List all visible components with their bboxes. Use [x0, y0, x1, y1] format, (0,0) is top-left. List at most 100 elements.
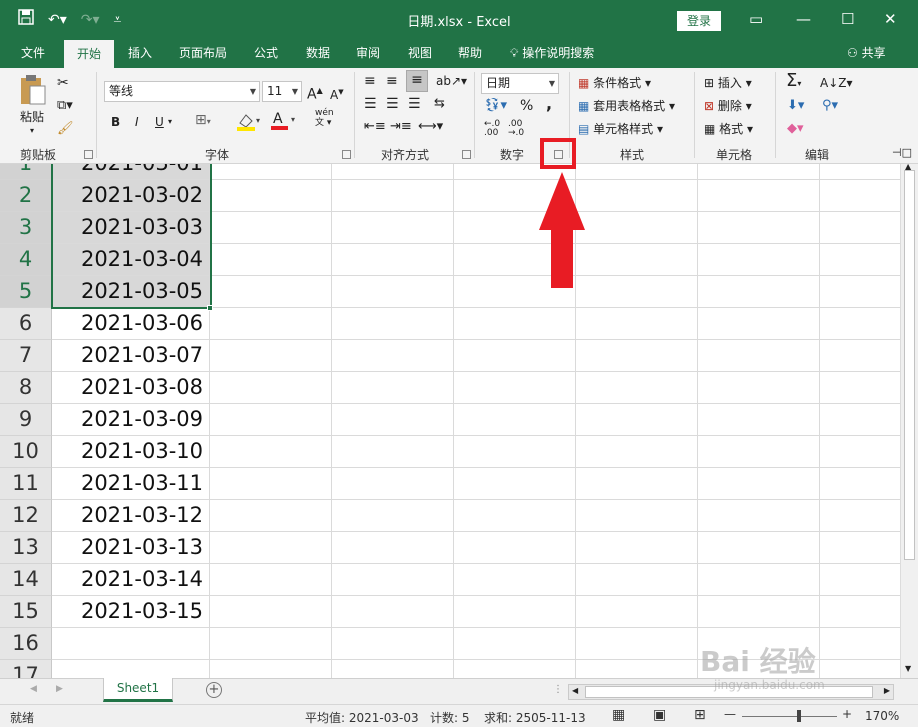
table-cell[interactable]: 2021-03-11 — [52, 468, 210, 500]
table-cell[interactable]: 2021-03-12 — [52, 500, 210, 532]
fill-icon[interactable]: ⬇▾ — [787, 97, 804, 115]
normal-view-icon[interactable]: ▦ — [612, 707, 625, 723]
format-painter-icon[interactable]: 🖌︎ — [57, 120, 74, 138]
row-header[interactable]: 17 — [0, 660, 52, 678]
comma-button[interactable]: , — [546, 95, 552, 113]
conditional-formatting-button[interactable]: ▦ 条件格式 ▾ — [578, 74, 651, 92]
prev-sheet-icon[interactable]: ◀ — [30, 684, 37, 694]
table-cell[interactable]: 2021-03-13 — [52, 532, 210, 564]
underline-button[interactable]: U — [155, 113, 164, 131]
paste-dropdown-icon[interactable]: ▾ — [30, 122, 34, 140]
vertical-scroll-thumb[interactable] — [904, 170, 915, 560]
row-header[interactable]: 7 — [0, 340, 52, 372]
tab-data[interactable]: 数据 — [296, 38, 340, 68]
collapse-ribbon-icon[interactable]: ⊣□ — [892, 144, 912, 162]
cell-styles-button[interactable]: ▤ 单元格样式 ▾ — [578, 120, 663, 138]
borders-icon[interactable]: ⊞▾ — [195, 111, 211, 131]
tab-review[interactable]: 审阅 — [346, 38, 390, 68]
tell-me-search[interactable]: 💡︎ 操作说明搜索 — [510, 38, 594, 68]
font-name-combo[interactable]: 等线 ▼ — [104, 81, 260, 102]
table-cell[interactable] — [52, 660, 210, 678]
underline-dropdown-icon[interactable]: ▾ — [168, 113, 172, 131]
row-header[interactable]: 6 — [0, 308, 52, 340]
row-header[interactable]: 2 — [0, 180, 52, 212]
fill-handle[interactable] — [207, 305, 213, 311]
tab-view[interactable]: 视图 — [398, 38, 442, 68]
next-sheet-icon[interactable]: ▶ — [56, 684, 63, 694]
tab-help[interactable]: 帮助 — [448, 38, 492, 68]
delete-cells-button[interactable]: ⊠ 删除 ▾ — [704, 97, 752, 115]
increase-decimal-icon[interactable]: ←.0.00 — [484, 120, 500, 138]
row-header[interactable]: 14 — [0, 564, 52, 596]
table-cell[interactable]: 2021-03-08 — [52, 372, 210, 404]
row-header[interactable]: 4 — [0, 244, 52, 276]
share-button[interactable]: ⚇ 共享 — [847, 38, 886, 68]
add-sheet-button[interactable]: + — [206, 682, 222, 698]
font-color-icon[interactable]: A ▾ — [270, 109, 298, 136]
tab-formulas[interactable]: 公式 — [244, 38, 288, 68]
decrease-indent-icon[interactable]: ⇤≡ — [364, 118, 386, 136]
scroll-left-icon[interactable]: ◀ — [572, 686, 578, 695]
table-cell[interactable]: 2021-03-15 — [52, 596, 210, 628]
zoom-out-icon[interactable]: — — [724, 707, 736, 721]
copy-icon[interactable]: ⧉▾ — [57, 97, 73, 115]
align-left-icon[interactable]: ☰ — [364, 95, 377, 113]
font-size-combo[interactable]: 11 ▼ — [262, 81, 302, 102]
align-top-icon[interactable]: ≡ — [364, 72, 376, 90]
zoom-slider-thumb[interactable] — [797, 710, 801, 722]
sheet-tab-sheet1[interactable]: Sheet1 — [103, 678, 173, 702]
number-format-combo[interactable]: 日期 ▼ — [481, 73, 559, 94]
sort-filter-icon[interactable]: A↓Z▾ — [820, 74, 853, 92]
zoom-level[interactable]: 170% — [865, 709, 899, 723]
login-button[interactable]: 登录 — [677, 11, 721, 31]
percent-button[interactable]: % — [520, 97, 533, 115]
tab-page-layout[interactable]: 页面布局 — [170, 38, 236, 68]
table-cell[interactable]: 2021-03-14 — [52, 564, 210, 596]
page-layout-view-icon[interactable]: ▣ — [653, 707, 666, 723]
tab-home[interactable]: 开始 — [64, 40, 114, 70]
font-launcher-icon[interactable] — [342, 150, 351, 159]
alignment-launcher-icon[interactable] — [462, 150, 471, 159]
row-header[interactable]: 15 — [0, 596, 52, 628]
scroll-down-icon[interactable]: ▼ — [905, 664, 911, 673]
row-header[interactable]: 3 — [0, 212, 52, 244]
ribbon-display-icon[interactable]: ▭ — [749, 9, 763, 29]
table-cell[interactable]: 2021-03-10 — [52, 436, 210, 468]
minimize-icon[interactable]: — — [796, 9, 811, 29]
table-cell[interactable]: 2021-03-09 — [52, 404, 210, 436]
page-break-view-icon[interactable]: ⊞ — [694, 707, 706, 723]
row-header[interactable]: 16 — [0, 628, 52, 660]
grow-font-icon[interactable]: A▲ — [307, 82, 323, 104]
italic-button[interactable]: I — [135, 113, 139, 131]
shrink-font-icon[interactable]: A▼ — [330, 83, 344, 104]
insert-cells-button[interactable]: ⊞ 插入 ▾ — [704, 74, 752, 92]
align-right-icon[interactable]: ☰ — [408, 95, 421, 113]
maximize-icon[interactable]: ☐ — [841, 9, 854, 29]
row-header[interactable]: 10 — [0, 436, 52, 468]
row-header[interactable]: 5 — [0, 276, 52, 308]
tab-file[interactable]: 文件 — [12, 38, 54, 68]
table-cell[interactable] — [52, 628, 210, 660]
row-header[interactable]: 9 — [0, 404, 52, 436]
accounting-format-icon[interactable]: 💱︎▾ — [484, 97, 507, 115]
align-center-icon[interactable]: ☰ — [386, 95, 399, 113]
table-cell[interactable]: 2021-03-06 — [52, 308, 210, 340]
zoom-slider[interactable] — [742, 716, 837, 717]
row-header[interactable]: 12 — [0, 500, 52, 532]
bold-button[interactable]: B — [111, 113, 120, 131]
fill-color-icon[interactable]: ▾ — [236, 111, 262, 136]
clipboard-launcher-icon[interactable] — [84, 150, 93, 159]
row-header[interactable]: 13 — [0, 532, 52, 564]
align-middle-icon[interactable]: ≡ — [386, 72, 398, 90]
format-cells-button[interactable]: ▦ 格式 ▾ — [704, 120, 753, 138]
find-select-icon[interactable]: ⚲▾ — [822, 97, 838, 115]
cut-icon[interactable]: ✂ — [57, 74, 69, 92]
orientation-icon[interactable]: ab↗▾ — [436, 72, 467, 90]
table-cell[interactable]: 2021-03-07 — [52, 340, 210, 372]
close-icon[interactable]: ✕ — [884, 9, 897, 29]
autosum-icon[interactable]: Σ▾ — [786, 72, 801, 93]
decrease-decimal-icon[interactable]: .00 →.0 — [508, 120, 524, 138]
row-header[interactable]: 1 — [0, 164, 52, 180]
vertical-scrollbar[interactable]: ▲ ▼ — [900, 162, 918, 678]
increase-indent-icon[interactable]: ⇥≡ — [390, 118, 412, 136]
